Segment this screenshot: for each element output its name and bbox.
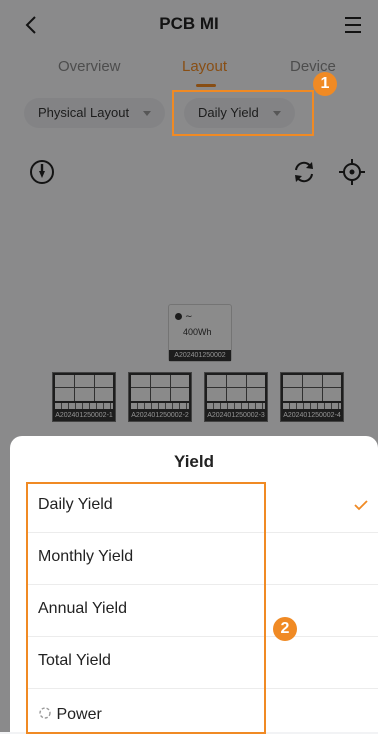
checkmark-icon: [354, 500, 368, 511]
callout-box-dropdown: [172, 90, 314, 136]
callout-box-options: [26, 482, 266, 734]
callout-badge-2: 2: [273, 617, 297, 641]
sheet-title: Yield: [174, 452, 214, 471]
callout-badge-1: 1: [313, 72, 337, 96]
